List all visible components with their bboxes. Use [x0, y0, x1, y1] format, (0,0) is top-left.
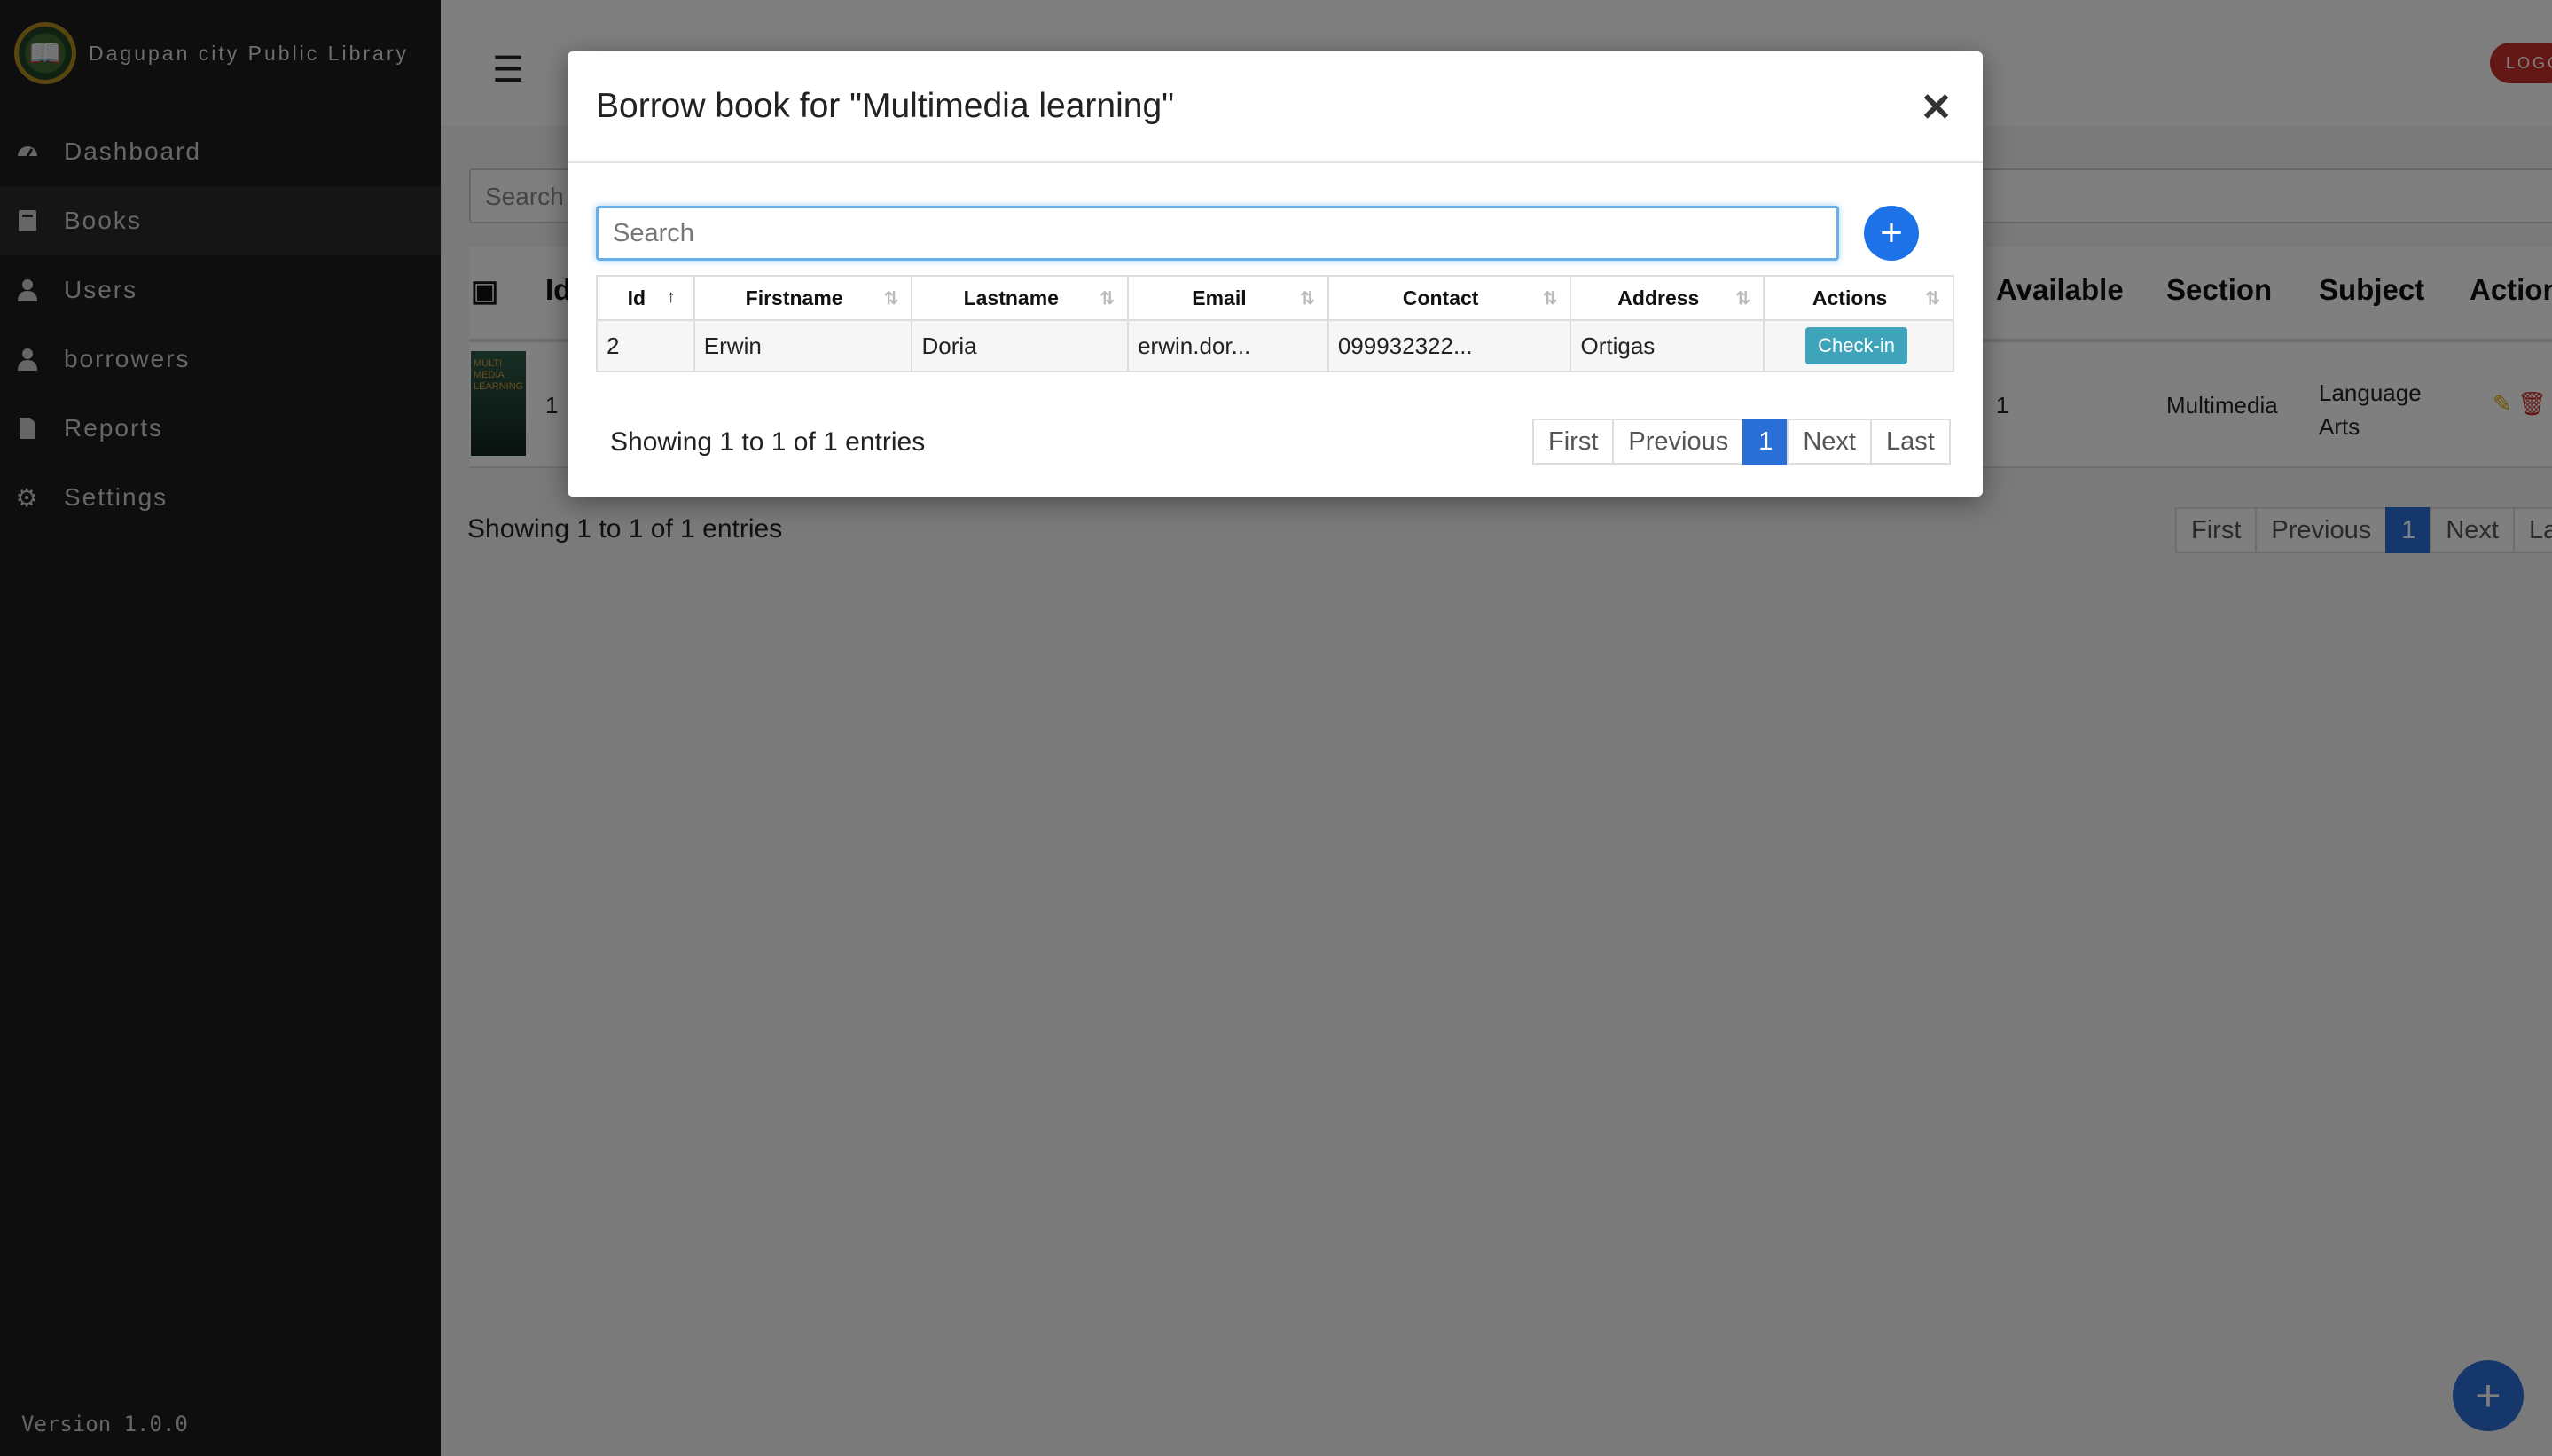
sort-icon: ⇅ — [1735, 289, 1751, 309]
sort-icon: ⇅ — [1100, 289, 1116, 309]
page-previous[interactable]: Previous — [1612, 419, 1745, 465]
page-1[interactable]: 1 — [1742, 419, 1789, 465]
column-contact[interactable]: Contact ⇅ — [1327, 275, 1572, 321]
borrow-modal: Borrow book for "Multimedia learning" ✕ … — [568, 51, 1983, 497]
table-header-row: Id ↑ Firstname ⇅ Lastname ⇅ Email ⇅ Contact ⇅… — [596, 275, 1954, 321]
close-icon[interactable]: ✕ — [1920, 85, 1953, 130]
cell-actions: Check-in — [1763, 319, 1954, 372]
sort-icon: ⇅ — [1300, 289, 1315, 309]
column-lastname[interactable]: Lastname ⇅ — [911, 275, 1130, 321]
cell-id: 2 — [596, 319, 695, 372]
column-email[interactable]: Email ⇅ — [1127, 275, 1329, 321]
borrower-search-input[interactable]: Search — [596, 206, 1839, 261]
column-address[interactable]: Address ⇅ — [1570, 275, 1765, 321]
borrowers-table: Id ↑ Firstname ⇅ Lastname ⇅ Email ⇅ Contact ⇅… — [596, 275, 1954, 372]
cell-firstname: Erwin — [693, 319, 913, 372]
column-id[interactable]: Id ↑ — [596, 275, 695, 321]
cell-lastname: Doria — [911, 319, 1130, 372]
sort-icon: ⇅ — [1925, 289, 1940, 309]
page-last[interactable]: Last — [1869, 419, 1951, 465]
add-borrower-button[interactable]: + — [1864, 206, 1919, 261]
sort-icon: ⇅ — [1542, 289, 1558, 309]
check-in-button[interactable]: Check-in — [1805, 327, 1907, 364]
modal-header: Borrow book for "Multimedia learning" ✕ — [568, 51, 1983, 163]
sort-icon: ⇅ — [883, 289, 899, 309]
modal-pagination: First Previous 1 Next Last — [1532, 419, 1951, 465]
page-first[interactable]: First — [1532, 419, 1615, 465]
cell-email: erwin.dor... — [1127, 319, 1329, 372]
cell-contact: 099932322... — [1327, 319, 1572, 372]
modal-title: Borrow book for "Multimedia learning" — [596, 87, 1174, 125]
sort-asc-icon: ↑ — [666, 287, 676, 307]
column-actions[interactable]: Actions ⇅ — [1763, 275, 1954, 321]
cell-address: Ortigas — [1570, 319, 1765, 372]
page-next[interactable]: Next — [1787, 419, 1872, 465]
table-row: 2 Erwin Doria erwin.dor... 099932322... … — [596, 319, 1954, 372]
modal-showing-info: Showing 1 to 1 of 1 entries — [610, 427, 926, 457]
column-firstname[interactable]: Firstname ⇅ — [693, 275, 913, 321]
